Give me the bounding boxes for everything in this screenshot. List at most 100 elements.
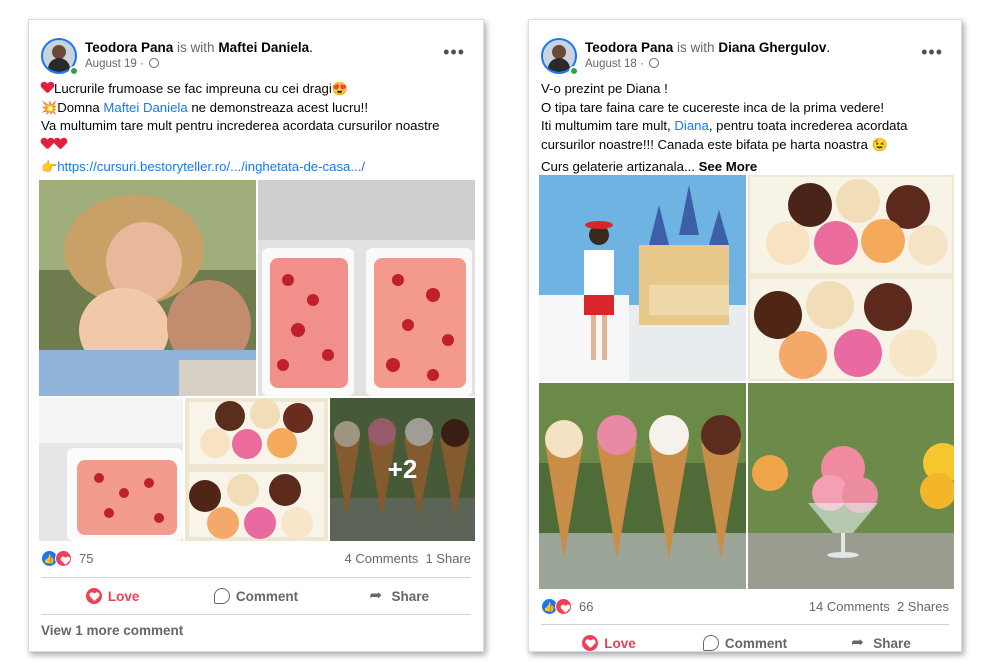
comment-icon [702, 635, 719, 651]
date-separator: · [140, 58, 144, 70]
reaction-count[interactable]: 75 [79, 551, 93, 566]
post-text: Lucrurile frumoase se fac impreuna cu ce… [41, 80, 471, 176]
divider [541, 624, 949, 625]
post-actions: Love Comment Share [541, 626, 949, 651]
post-actions: Love Comment Share [41, 579, 471, 613]
photo-family-selfie[interactable] [39, 180, 256, 396]
more-options-icon[interactable]: ••• [443, 42, 465, 63]
tagged-link[interactable]: Diana [674, 118, 708, 133]
text-line-1: V-o prezint pe Diana ! [541, 81, 668, 96]
post-author-line: Teodora Pana is with Maftei Daniela. [85, 40, 313, 55]
photo-cones-more[interactable]: +2 [330, 398, 475, 541]
love-icon [85, 588, 102, 604]
post-header: Teodora Pana is with Diana Ghergulov. Au… [541, 36, 949, 76]
post-link[interactable]: https://cursuri.bestoryteller.ro/.../ing… [57, 159, 365, 174]
online-status-icon [569, 66, 579, 76]
share-label: Share [391, 588, 430, 604]
love-icon [582, 635, 599, 651]
comment-share-counts: 14 Comments 2 Shares [809, 599, 949, 614]
online-status-icon [69, 66, 79, 76]
globe-icon [149, 58, 160, 68]
divider [41, 577, 471, 578]
reactions-bar: 👍 66 14 Comments 2 Shares [541, 596, 949, 618]
post-author-line: Teodora Pana is with Diana Ghergulov. [585, 40, 830, 55]
photo-strawberry-box[interactable] [39, 398, 183, 541]
text-line-4: cursurilor noastre!!! Canada este bifata… [541, 136, 868, 152]
reaction-count[interactable]: 66 [579, 599, 593, 614]
tagged-name[interactable]: Maftei Daniela [218, 40, 309, 55]
comment-icon [213, 588, 230, 604]
more-options-icon[interactable]: ••• [921, 42, 943, 63]
love-reaction-icon [555, 598, 572, 615]
photo-icecream-scoops[interactable] [185, 398, 328, 541]
post-header: Teodora Pana is with Maftei Daniela. Aug… [41, 36, 471, 76]
text-line-3a: Iti multumim tare mult, [541, 118, 675, 133]
castle-image [539, 175, 746, 381]
post-date[interactable]: August 19 · [85, 58, 160, 70]
shares-count[interactable]: 1 Share [425, 551, 471, 566]
text-line-1: Lucrurile frumoase se fac impreuna cu ce… [54, 81, 332, 96]
text-line-2b: ne demonstreaza acest lucru!! [187, 99, 368, 115]
comments-count[interactable]: 14 Comments [809, 599, 890, 614]
pointing-hand-emoji-icon: 👉 [41, 158, 58, 174]
photo-castle[interactable] [539, 175, 746, 381]
share-button[interactable]: Share [813, 626, 949, 651]
text-line-2a: Domna [57, 99, 104, 115]
reactions-bar: 👍 75 4 Comments 1 Share [41, 548, 471, 570]
tagged-suffix: . [826, 40, 831, 55]
share-button[interactable]: Share [328, 579, 471, 613]
photo-strawberry-icecream[interactable] [258, 180, 475, 396]
date-text[interactable]: August 18 [585, 58, 637, 70]
family-selfie-image [39, 180, 256, 396]
comment-share-counts: 4 Comments 1 Share [345, 551, 471, 566]
share-icon [370, 586, 386, 604]
cones-row-image [539, 383, 746, 589]
post-card-1: Teodora Pana is with Maftei Daniela. Aug… [28, 19, 484, 652]
photo-icecream-glasses[interactable] [748, 383, 954, 589]
post-text: V-o prezint pe Diana ! O tipa tare faina… [541, 80, 949, 177]
comments-count[interactable]: 4 Comments [345, 551, 419, 566]
strawberry-icecream-image [258, 180, 475, 396]
share-label: Share [873, 635, 911, 651]
date-separator: · [640, 58, 644, 70]
comment-button[interactable]: Comment [184, 579, 327, 613]
love-button[interactable]: Love [41, 579, 184, 613]
tagged-suffix: . [309, 40, 313, 55]
text-line-5: Curs gelaterie artizanala... [541, 159, 699, 174]
comment-label: Comment [724, 635, 788, 651]
divider [41, 614, 471, 615]
love-label: Love [604, 635, 636, 651]
tagged-name[interactable]: Diana Ghergulov [718, 40, 826, 55]
globe-icon [649, 58, 660, 68]
reaction-icons[interactable]: 👍 [41, 550, 77, 568]
love-label: Love [107, 588, 140, 604]
reaction-icons[interactable]: 👍 [541, 598, 577, 616]
wink-emoji-icon: 😉 [871, 136, 888, 152]
tagged-link[interactable]: Maftei Daniela [103, 100, 187, 115]
comment-button[interactable]: Comment [677, 626, 813, 651]
date-text[interactable]: August 19 [85, 58, 137, 70]
heart-eyes-emoji-icon: 😍 [331, 81, 348, 96]
photo-cones-row[interactable] [539, 383, 746, 589]
text-line-3: Va multumim tare mult pentru increderea … [41, 118, 440, 133]
red-heart-icon [41, 82, 54, 94]
strawberry-box-image [39, 398, 183, 541]
red-heart-icon [54, 138, 67, 150]
with-text: is with [677, 40, 715, 55]
love-reaction-icon [55, 550, 72, 567]
author-name[interactable]: Teodora Pana [85, 40, 173, 55]
post-date[interactable]: August 18 · [585, 58, 660, 70]
love-button[interactable]: Love [541, 626, 677, 651]
comment-label: Comment [235, 588, 299, 604]
more-photos-overlay[interactable]: +2 [330, 398, 475, 541]
author-name[interactable]: Teodora Pana [585, 40, 673, 55]
icecream-glasses-image [748, 383, 954, 589]
red-heart-icon [41, 138, 54, 150]
view-more-comments-link[interactable]: View 1 more comment [41, 623, 183, 638]
post-card-2: Teodora Pana is with Diana Ghergulov. Au… [528, 19, 962, 652]
text-line-3b: , pentru toata increderea acordata [708, 118, 908, 133]
share-icon [851, 633, 867, 651]
photo-scoops-boxes[interactable] [748, 175, 954, 381]
see-more-link[interactable]: See More [699, 159, 758, 174]
shares-count[interactable]: 2 Shares [897, 599, 949, 614]
